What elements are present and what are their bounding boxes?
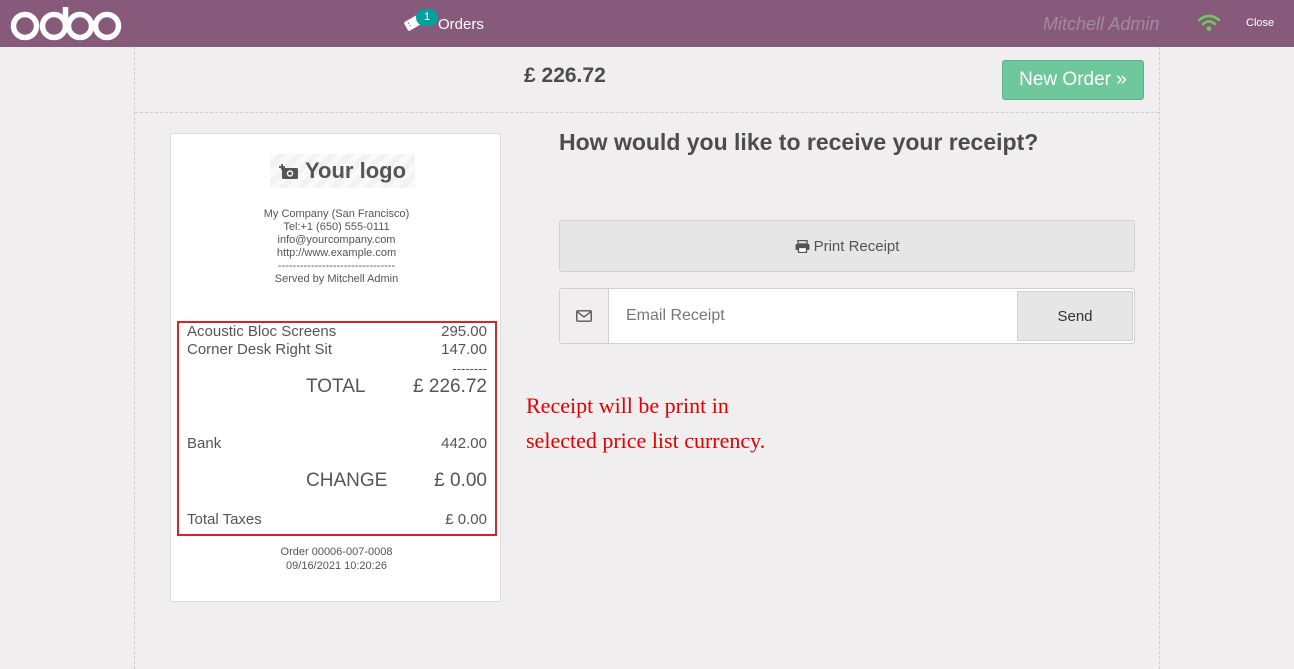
order-date: 09/16/2021 10:20:26 — [286, 560, 387, 572]
orders-label: Orders — [438, 15, 484, 33]
annotation-note: Receipt will be print in selected price … — [526, 388, 765, 458]
company-phone: Tel:+1 (650) 555-0111 — [283, 221, 390, 233]
company-logo: Your logo — [270, 154, 415, 188]
total-separator: -------- — [452, 361, 487, 376]
annotation-line-2: selected price list currency. — [526, 428, 766, 453]
total-label: TOTAL — [306, 376, 366, 397]
line-price: 295.00 — [441, 323, 487, 340]
send-button[interactable]: Send — [1017, 291, 1133, 341]
line-product: Acoustic Bloc Screens — [187, 323, 337, 340]
company-website: http://www.example.com — [276, 247, 397, 259]
camera-icon — [278, 164, 298, 179]
highlight-box: Acoustic Bloc Screens 295.00 Corner Desk… — [177, 321, 497, 536]
printer-icon — [795, 239, 810, 253]
payment-line: Bank 442.00 — [187, 435, 487, 452]
wifi-icon — [1197, 14, 1221, 36]
receipt-line: Corner Desk Right Sit 147.00 — [187, 341, 487, 358]
change-value: £ 0.00 — [434, 470, 487, 491]
order-info: Order 00006-007-0008 09/16/2021 10:20:26 — [171, 545, 502, 573]
new-order-button[interactable]: New Order » — [1002, 60, 1144, 100]
annotation-line-1: Receipt will be print in — [526, 393, 729, 418]
company-email: info@yourcompany.com — [277, 234, 396, 246]
odoo-logo — [10, 7, 122, 41]
order-reference: Order 00006-007-0008 — [280, 546, 393, 558]
receipt-line: Acoustic Bloc Screens 295.00 — [187, 323, 487, 340]
change-label: CHANGE — [306, 470, 388, 491]
logo-text: Your logo — [304, 158, 407, 183]
print-receipt-button[interactable]: Print Receipt — [559, 220, 1135, 272]
email-input[interactable] — [610, 289, 1016, 343]
receipt-question: How would you like to receive your recei… — [559, 129, 1039, 155]
company-separator: -------------------------------- — [277, 260, 396, 272]
envelope-icon — [560, 289, 609, 343]
close-button[interactable]: Close — [1246, 17, 1274, 29]
top-bar: 1 Orders Mitchell Admin Close — [0, 0, 1294, 47]
ticket-icon: 1 — [404, 9, 438, 39]
taxes-value: £ 0.00 — [445, 511, 487, 528]
payment-amount: 442.00 — [441, 435, 487, 452]
taxes-line: Total Taxes £ 0.00 — [187, 511, 487, 528]
receipt-preview: Your logo My Company (San Francisco) Tel… — [170, 133, 501, 602]
line-product: Corner Desk Right Sit — [187, 341, 333, 358]
payment-total: £ 226.72 — [524, 64, 606, 87]
served-by: Served by Mitchell Admin — [274, 273, 399, 285]
orders-button[interactable]: 1 Orders — [404, 9, 484, 39]
print-receipt-label: Print Receipt — [813, 237, 900, 255]
orders-count-badge: 1 — [416, 9, 438, 26]
line-price: 147.00 — [441, 341, 487, 358]
payment-header: £ 226.72 New Order » — [135, 47, 1159, 113]
company-info: My Company (San Francisco) Tel:+1 (650) … — [171, 208, 502, 286]
company-name: My Company (San Francisco) — [263, 208, 410, 220]
user-name[interactable]: Mitchell Admin — [1043, 14, 1159, 35]
taxes-label: Total Taxes — [187, 511, 262, 528]
email-receipt-group: Send — [559, 288, 1135, 344]
payment-method: Bank — [187, 435, 222, 452]
total-value: £ 226.72 — [413, 376, 487, 397]
